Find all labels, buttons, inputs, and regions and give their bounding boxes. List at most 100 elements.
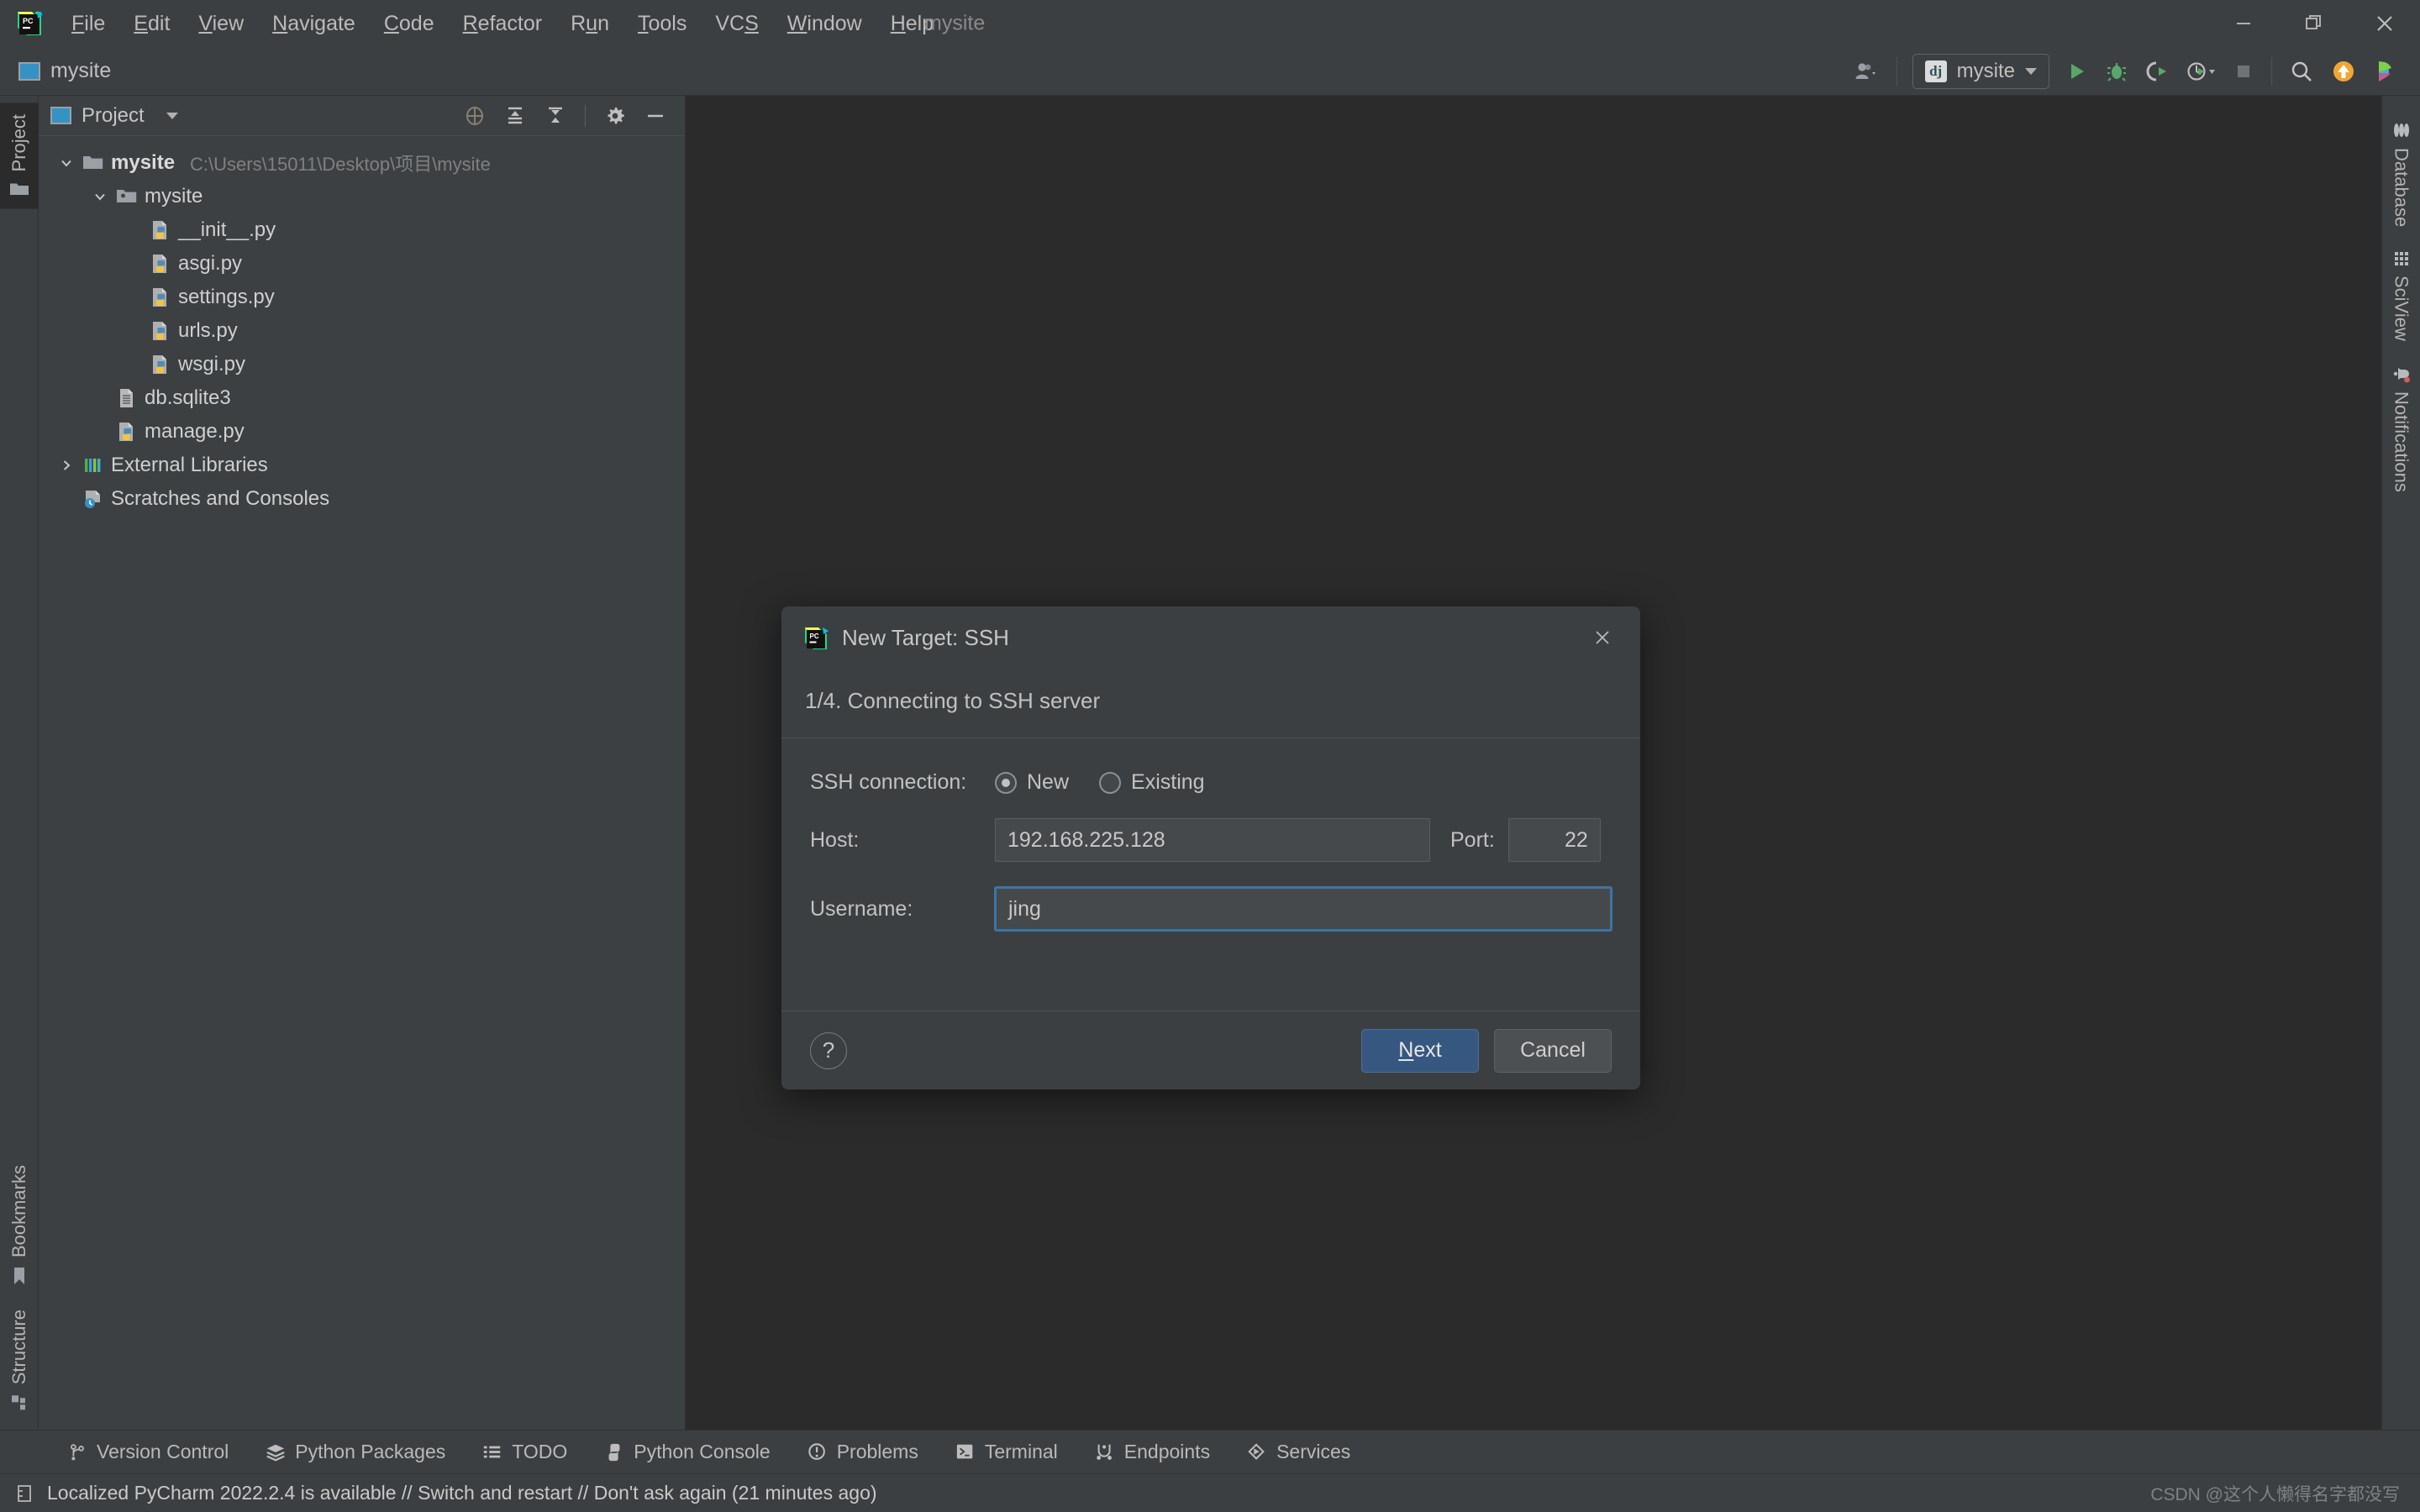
- menu-item-edit[interactable]: Edit: [119, 7, 184, 41]
- minimize-button[interactable]: [2208, 0, 2279, 47]
- menu-item-refactor[interactable]: Refactor: [449, 7, 557, 41]
- tree-node[interactable]: __init__.py: [39, 213, 685, 247]
- help-button[interactable]: ?: [810, 1032, 847, 1069]
- tree-node[interactable]: Scratches and Consoles: [39, 482, 685, 516]
- scratches-icon: [82, 488, 104, 510]
- run-button[interactable]: [2056, 47, 2096, 96]
- library-icon: [82, 454, 104, 476]
- project-panel-title-group[interactable]: Project: [50, 104, 178, 128]
- cancel-button[interactable]: Cancel: [1494, 1028, 1612, 1073]
- profile-button[interactable]: [2177, 47, 2224, 96]
- host-input[interactable]: 192.168.225.128: [995, 818, 1430, 862]
- tree-node[interactable]: settings.py: [39, 281, 685, 314]
- run-configuration-label: mysite: [1956, 60, 2015, 82]
- tree-node[interactable]: asgi.py: [39, 247, 685, 281]
- chevron-down-icon[interactable]: [166, 112, 178, 119]
- tree-node[interactable]: wsgi.py: [39, 348, 685, 381]
- status-bar: Localized PyCharm 2022.2.4 is available …: [0, 1473, 2420, 1512]
- menu-item-view[interactable]: View: [184, 7, 258, 41]
- bottom-tab-endpoints[interactable]: Endpoints: [1076, 1431, 1228, 1474]
- structure-icon: [10, 1393, 29, 1411]
- list-icon: [482, 1442, 502, 1462]
- bottom-tab-python-packages[interactable]: Python Packages: [247, 1431, 464, 1474]
- sidebar-item-sciview[interactable]: SciView: [2382, 239, 2420, 353]
- username-input[interactable]: jing: [995, 887, 1612, 931]
- hide-icon[interactable]: [644, 105, 666, 127]
- sidebar-label-project: Project: [8, 114, 29, 172]
- run-with-coverage-button[interactable]: [2137, 47, 2177, 96]
- bottom-tab-terminal[interactable]: Terminal: [937, 1431, 1076, 1474]
- svg-text:PC: PC: [23, 17, 34, 25]
- sidebar-item-bookmarks[interactable]: Bookmarks: [0, 1153, 39, 1298]
- radio-new[interactable]: New: [995, 770, 1069, 795]
- sidebar-item-structure[interactable]: Structure: [0, 1298, 39, 1423]
- bottom-tab-services[interactable]: Services: [1228, 1431, 1369, 1474]
- sidebar-label-database: Database: [2391, 148, 2412, 228]
- bottom-tab-version-control[interactable]: Version Control: [49, 1431, 247, 1474]
- tree-node[interactable]: mysite: [39, 180, 685, 213]
- tree-node[interactable]: External Libraries: [39, 449, 685, 482]
- tree-node[interactable]: manage.py: [39, 415, 685, 449]
- database-icon: [2392, 121, 2411, 139]
- project-icon: [18, 61, 40, 81]
- tree-node[interactable]: db.sqlite3: [39, 381, 685, 415]
- account-button[interactable]: [1846, 47, 1888, 96]
- chevron-down-icon[interactable]: [57, 154, 76, 172]
- breadcrumb[interactable]: mysite: [18, 59, 111, 83]
- next-button[interactable]: Next: [1361, 1028, 1479, 1073]
- collapse-all-icon[interactable]: [544, 105, 566, 127]
- debug-button[interactable]: [2096, 47, 2137, 96]
- db-file-icon: [116, 387, 138, 409]
- chevron-down-icon[interactable]: [91, 187, 109, 206]
- dialog-title-row: PC New Target: SSH: [803, 625, 1618, 651]
- gear-icon[interactable]: [604, 105, 626, 127]
- window-controls: [2208, 0, 2420, 47]
- ide-settings-button[interactable]: [2365, 47, 2407, 96]
- port-input[interactable]: 22: [1507, 818, 1601, 862]
- port-label: Port:: [1450, 827, 1495, 852]
- sidebar-item-project[interactable]: Project: [0, 102, 39, 209]
- close-icon[interactable]: [1588, 623, 1617, 652]
- python-file-icon: [150, 253, 171, 275]
- menu-item-code[interactable]: Code: [370, 7, 449, 41]
- svg-text:PC: PC: [810, 633, 819, 640]
- update-project-button[interactable]: [2323, 47, 2365, 96]
- close-button[interactable]: [2349, 0, 2420, 47]
- expand-all-icon[interactable]: [504, 105, 526, 127]
- chevron-right-icon[interactable]: [57, 456, 76, 475]
- status-message[interactable]: Localized PyCharm 2022.2.4 is available …: [47, 1482, 877, 1504]
- radio-existing-label: Existing: [1131, 770, 1205, 794]
- tree-node-label: External Libraries: [111, 454, 268, 476]
- restore-button[interactable]: [2279, 0, 2349, 47]
- menu-item-run[interactable]: Run: [556, 7, 623, 41]
- ssh-connection-label: SSH connection:: [810, 770, 967, 794]
- main-toolbar: mysite dj mysite: [0, 47, 2420, 96]
- bottom-tab-label: Endpoints: [1123, 1441, 1211, 1462]
- menu-item-tools[interactable]: Tools: [623, 7, 701, 41]
- menu-item-navigate[interactable]: Navigate: [258, 7, 370, 41]
- toolbar-separator-2: [2271, 57, 2272, 86]
- bottom-tool-window-bar: Version Control Python Packages TODO Python…: [0, 1430, 2420, 1473]
- notification-icon: [13, 1483, 35, 1504]
- menu-item-file[interactable]: File: [57, 7, 119, 41]
- dialog-header: PC New Target: SSH 1/4. Connecting to SS…: [781, 606, 1640, 738]
- bottom-tab-label: Problems: [836, 1441, 918, 1462]
- radio-existing[interactable]: Existing: [1099, 770, 1205, 795]
- menu-item-window[interactable]: Window: [773, 7, 876, 41]
- bottom-tab-label: Version Control: [97, 1441, 229, 1462]
- sidebar-item-database[interactable]: Database: [2382, 109, 2420, 239]
- bottom-tab-python-console[interactable]: Python Console: [586, 1431, 788, 1474]
- bottom-tab-label: Python Packages: [295, 1441, 446, 1462]
- sidebar-item-notifications[interactable]: Notifications: [2382, 353, 2420, 504]
- bottom-tab-todo[interactable]: TODO: [464, 1431, 586, 1474]
- bottom-tab-problems[interactable]: Problems: [789, 1431, 937, 1474]
- select-opened-file-icon[interactable]: [464, 105, 486, 127]
- menu-item-vcs[interactable]: VCS: [701, 7, 772, 41]
- search-everywhere-button[interactable]: [2281, 47, 2323, 96]
- run-configuration-selector[interactable]: dj mysite: [1912, 54, 2049, 89]
- django-icon: dj: [1924, 60, 1947, 82]
- toolbar-right-group: dj mysite: [1846, 47, 2407, 96]
- tree-node[interactable]: urls.py: [39, 314, 685, 348]
- stop-button[interactable]: [2224, 47, 2263, 96]
- tree-node[interactable]: mysite C:\Users\15011\Desktop\项目\mysite: [39, 146, 685, 180]
